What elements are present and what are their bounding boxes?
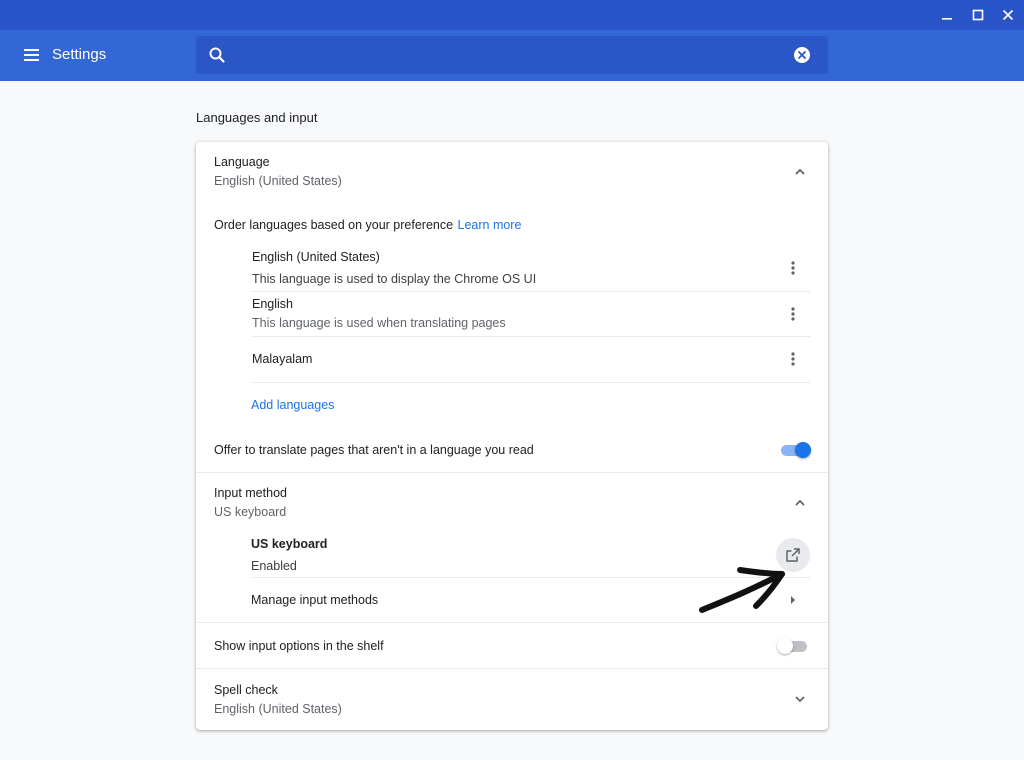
more-vertical-icon bbox=[791, 307, 795, 321]
order-languages-text: Order languages based on your preference bbox=[214, 218, 454, 232]
window-titlebar bbox=[0, 0, 1024, 30]
shelf-option-toggle[interactable] bbox=[777, 638, 807, 654]
clear-search-button[interactable] bbox=[793, 46, 811, 64]
minimize-icon bbox=[942, 18, 952, 20]
clear-circle-icon bbox=[794, 47, 810, 63]
translate-offer-toggle[interactable] bbox=[781, 442, 811, 458]
input-method-status: Enabled bbox=[251, 559, 297, 573]
chevron-down-icon bbox=[795, 696, 805, 703]
list-item: English This language is used when trans… bbox=[196, 292, 828, 336]
language-order-description: Order languages based on your preference… bbox=[214, 216, 521, 234]
language-title: Language bbox=[214, 155, 270, 169]
divider bbox=[251, 382, 810, 383]
arrow-right-icon bbox=[791, 596, 795, 604]
translate-offer-label: Offer to translate pages that aren't in … bbox=[214, 443, 534, 457]
maximize-button[interactable] bbox=[967, 4, 989, 26]
language-subtitle: English (United States) bbox=[214, 174, 342, 188]
close-icon bbox=[1002, 9, 1014, 21]
list-item: US keyboard Enabled bbox=[196, 533, 828, 577]
input-method-title: Input method bbox=[214, 486, 287, 500]
collapse-input-method-button[interactable] bbox=[788, 491, 812, 515]
language-more-actions-button[interactable] bbox=[781, 347, 805, 371]
input-method-settings-button[interactable] bbox=[776, 538, 810, 572]
manage-input-methods-row[interactable]: Manage input methods bbox=[196, 578, 828, 622]
minimize-button[interactable] bbox=[936, 4, 958, 26]
input-method-name: US keyboard bbox=[251, 537, 328, 551]
settings-toolbar: Settings bbox=[0, 30, 1024, 81]
language-more-actions-button[interactable] bbox=[781, 302, 805, 326]
toggle-knob bbox=[777, 638, 793, 654]
close-window-button[interactable] bbox=[997, 4, 1019, 26]
section-title: Languages and input bbox=[196, 110, 318, 125]
language-item-name: Malayalam bbox=[252, 352, 313, 366]
language-item-name: English (United States) bbox=[252, 250, 380, 264]
language-section-header[interactable]: Language English (United States) bbox=[196, 142, 828, 204]
chevron-up-icon bbox=[795, 499, 805, 506]
search-icon bbox=[209, 47, 225, 63]
language-item-description: This language is used when translating p… bbox=[252, 316, 506, 330]
languages-input-card: Language English (United States) Order l… bbox=[196, 142, 828, 730]
maximize-icon bbox=[972, 9, 984, 21]
add-languages-button[interactable]: Add languages bbox=[251, 398, 334, 412]
hamburger-menu-icon bbox=[24, 49, 39, 61]
learn-more-link[interactable]: Learn more bbox=[458, 218, 522, 232]
language-more-actions-button[interactable] bbox=[781, 256, 805, 280]
main-menu-button[interactable] bbox=[22, 45, 42, 65]
spell-check-subtitle: English (United States) bbox=[214, 702, 342, 716]
more-vertical-icon bbox=[791, 261, 795, 275]
search-box[interactable] bbox=[196, 36, 828, 74]
app-title: Settings bbox=[52, 46, 107, 63]
chevron-up-icon bbox=[795, 168, 805, 175]
language-item-description: This language is used to display the Chr… bbox=[252, 272, 537, 286]
translate-offer-row: Offer to translate pages that aren't in … bbox=[196, 427, 828, 473]
shelf-option-row: Show input options in the shelf bbox=[196, 623, 828, 669]
open-in-new-icon bbox=[786, 548, 800, 562]
manage-input-methods-label: Manage input methods bbox=[251, 593, 379, 607]
list-item: English (United States) This language is… bbox=[196, 242, 828, 290]
spell-check-title: Spell check bbox=[214, 683, 278, 697]
search-input[interactable] bbox=[238, 42, 778, 68]
input-method-section-header[interactable]: Input method US keyboard bbox=[196, 473, 828, 533]
expand-spell-check-button[interactable] bbox=[788, 687, 812, 711]
toggle-knob bbox=[795, 442, 811, 458]
shelf-option-label: Show input options in the shelf bbox=[214, 639, 384, 653]
manage-input-methods-arrow[interactable] bbox=[781, 588, 805, 612]
spell-check-section-header[interactable]: Spell check English (United States) bbox=[196, 669, 828, 729]
more-vertical-icon bbox=[791, 352, 795, 366]
language-item-name: English bbox=[252, 297, 293, 311]
collapse-language-button[interactable] bbox=[788, 160, 812, 184]
list-item: Malayalam bbox=[196, 337, 828, 381]
input-method-subtitle: US keyboard bbox=[214, 505, 287, 519]
